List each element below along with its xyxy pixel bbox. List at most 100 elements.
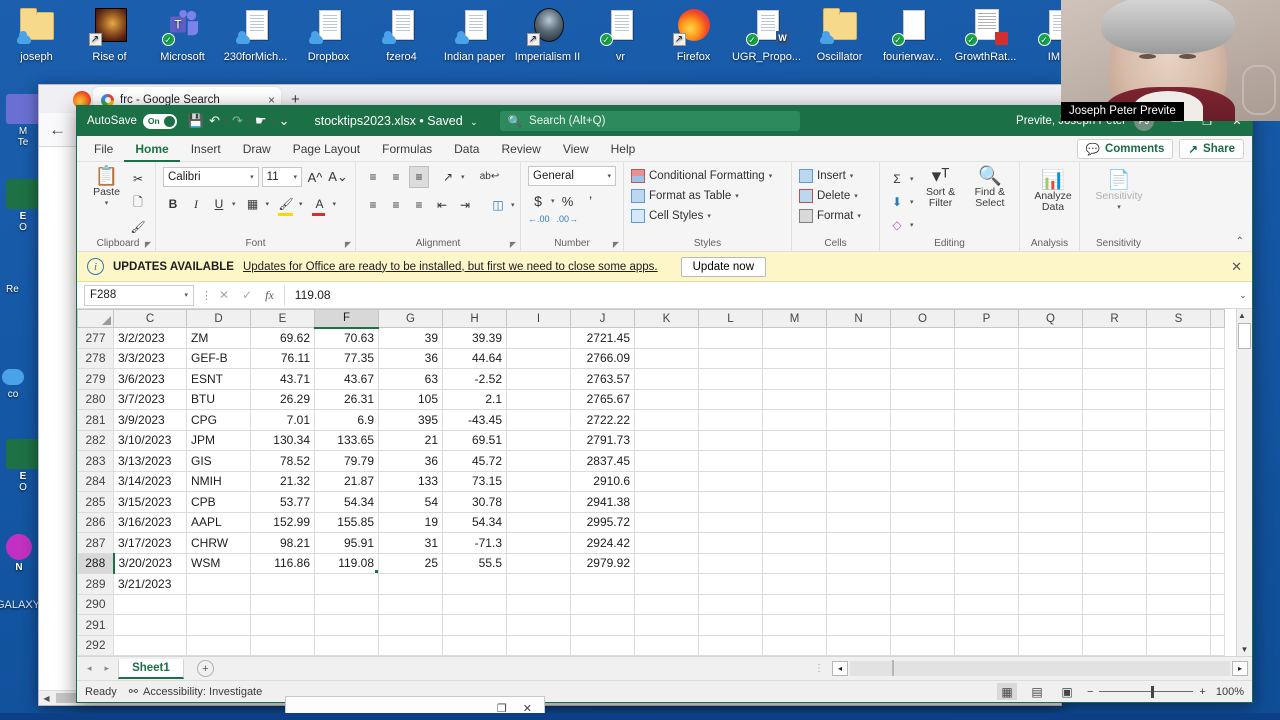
cell-F277[interactable]: 70.63 bbox=[314, 327, 379, 349]
tab-file[interactable]: File bbox=[83, 136, 124, 162]
cell-N284[interactable] bbox=[826, 470, 891, 492]
cell-C282[interactable]: 3/10/2023 bbox=[113, 429, 187, 451]
cell-O291[interactable] bbox=[890, 614, 955, 636]
cell-O289[interactable] bbox=[890, 573, 955, 595]
row-header-284[interactable]: 284 bbox=[77, 470, 114, 492]
cell-D286[interactable]: AAPL bbox=[186, 511, 251, 533]
fill-chevron-down-icon[interactable]: ▾ bbox=[910, 198, 914, 206]
cell-G290[interactable] bbox=[378, 593, 443, 615]
cell-P279[interactable] bbox=[954, 368, 1019, 390]
cell-L287[interactable] bbox=[698, 532, 763, 554]
cell-T285[interactable] bbox=[1210, 491, 1225, 513]
table-row[interactable]: 277 3/2/2023 ZM 69.62 70.63 39 39.39 2721.45 bbox=[77, 327, 1225, 349]
cell-P281[interactable] bbox=[954, 409, 1019, 431]
cell-R279[interactable] bbox=[1082, 368, 1147, 390]
column-header-K[interactable]: K bbox=[634, 309, 699, 328]
cell-G292[interactable] bbox=[378, 634, 443, 656]
cell-G291[interactable] bbox=[378, 614, 443, 636]
cell-L290[interactable] bbox=[698, 593, 763, 615]
cell-J278[interactable]: 2766.09 bbox=[570, 347, 635, 369]
cell-Q283[interactable] bbox=[1018, 450, 1083, 472]
cell-C281[interactable]: 3/9/2023 bbox=[113, 409, 187, 431]
wrap-text-icon[interactable]: ab↩ bbox=[480, 166, 500, 188]
column-header-O[interactable]: O bbox=[890, 309, 955, 328]
desktop-icon-partial-excel2[interactable]: E O bbox=[6, 439, 40, 493]
row-header-280[interactable]: 280 bbox=[77, 388, 114, 410]
cell-P287[interactable] bbox=[954, 532, 1019, 554]
cell-M285[interactable] bbox=[762, 491, 827, 513]
cell-E280[interactable]: 26.29 bbox=[250, 388, 315, 410]
cell-P288[interactable] bbox=[954, 552, 1019, 574]
table-row[interactable]: 291 bbox=[77, 614, 1225, 636]
cell-I292[interactable] bbox=[506, 634, 571, 656]
cell-D284[interactable]: NMIH bbox=[186, 470, 251, 492]
cell-T283[interactable] bbox=[1210, 450, 1225, 472]
cell-O286[interactable] bbox=[890, 511, 955, 533]
align-right-icon[interactable]: ≡ bbox=[409, 194, 429, 216]
cell-E281[interactable]: 7.01 bbox=[250, 409, 315, 431]
cell-K291[interactable] bbox=[634, 614, 699, 636]
desktop-icon-firefox[interactable]: ↗ Firefox bbox=[657, 2, 730, 64]
cell-T290[interactable] bbox=[1210, 593, 1225, 615]
desktop-icon-vr[interactable]: ✓ vr bbox=[584, 2, 657, 64]
cell-M278[interactable] bbox=[762, 347, 827, 369]
cell-K284[interactable] bbox=[634, 470, 699, 492]
cell-C290[interactable] bbox=[113, 593, 187, 615]
cell-R280[interactable] bbox=[1082, 388, 1147, 410]
cell-D288[interactable]: WSM bbox=[186, 552, 251, 574]
cell-N290[interactable] bbox=[826, 593, 891, 615]
cell-T280[interactable] bbox=[1210, 388, 1225, 410]
autosum-chevron-down-icon[interactable]: ▾ bbox=[910, 175, 914, 183]
cell-J288[interactable]: 2979.92 bbox=[570, 552, 635, 574]
cell-F280[interactable]: 26.31 bbox=[314, 388, 379, 410]
cell-G283[interactable]: 36 bbox=[378, 450, 443, 472]
cell-E288[interactable]: 116.86 bbox=[250, 552, 315, 574]
insert-function-icon[interactable]: fx bbox=[265, 288, 274, 303]
cell-P282[interactable] bbox=[954, 429, 1019, 451]
cell-T281[interactable] bbox=[1210, 409, 1225, 431]
merge-chevron-down-icon[interactable]: ▾ bbox=[511, 201, 515, 209]
row-header-278[interactable]: 278 bbox=[77, 347, 114, 369]
cell-J281[interactable]: 2722.22 bbox=[570, 409, 635, 431]
cell-L289[interactable] bbox=[698, 573, 763, 595]
tab-view[interactable]: View bbox=[552, 136, 600, 162]
cell-C286[interactable]: 3/16/2023 bbox=[113, 511, 187, 533]
cell-O282[interactable] bbox=[890, 429, 955, 451]
cell-J284[interactable]: 2910.6 bbox=[570, 470, 635, 492]
vertical-scrollbar-thumb[interactable] bbox=[1238, 323, 1251, 349]
table-row[interactable]: 286 3/16/2023 AAPL 152.99 155.85 19 54.34 2995.… bbox=[77, 511, 1225, 533]
row-header-289[interactable]: 289 bbox=[77, 573, 114, 595]
cell-J283[interactable]: 2837.45 bbox=[570, 450, 635, 472]
cell-T292[interactable] bbox=[1210, 634, 1225, 656]
font-color-chevron-down-icon[interactable]: ▾ bbox=[333, 200, 337, 208]
cell-S289[interactable] bbox=[1146, 573, 1211, 595]
table-row[interactable]: 285 3/15/2023 CPB 53.77 54.34 54 30.78 2941.38 bbox=[77, 491, 1225, 513]
column-header-E[interactable]: E bbox=[250, 309, 315, 328]
align-top-icon[interactable]: ≡ bbox=[363, 166, 383, 188]
cell-N282[interactable] bbox=[826, 429, 891, 451]
cell-T282[interactable] bbox=[1210, 429, 1225, 451]
cell-F285[interactable]: 54.34 bbox=[314, 491, 379, 513]
cell-C287[interactable]: 3/17/2023 bbox=[113, 532, 187, 554]
cell-O287[interactable] bbox=[890, 532, 955, 554]
cell-N281[interactable] bbox=[826, 409, 891, 431]
cell-H283[interactable]: 45.72 bbox=[442, 450, 507, 472]
row-header-279[interactable]: 279 bbox=[77, 368, 114, 390]
cell-I281[interactable] bbox=[506, 409, 571, 431]
cell-K280[interactable] bbox=[634, 388, 699, 410]
currency-format-icon[interactable]: $ bbox=[528, 190, 548, 212]
cell-T277[interactable] bbox=[1210, 327, 1225, 349]
cell-M284[interactable] bbox=[762, 470, 827, 492]
cut-icon[interactable]: ✂ bbox=[128, 168, 148, 190]
shrink-font-icon[interactable]: A⌄ bbox=[328, 166, 348, 188]
cell-I278[interactable] bbox=[506, 347, 571, 369]
cell-L285[interactable] bbox=[698, 491, 763, 513]
table-row[interactable]: 282 3/10/2023 JPM 130.34 133.65 21 69.51 2791.7… bbox=[77, 429, 1225, 451]
cell-O278[interactable] bbox=[890, 347, 955, 369]
desktop-icon-partial-n[interactable]: N bbox=[6, 534, 32, 573]
cell-C277[interactable]: 3/2/2023 bbox=[113, 327, 187, 349]
cell-D279[interactable]: ESNT bbox=[186, 368, 251, 390]
cell-M288[interactable] bbox=[762, 552, 827, 574]
tab-page-layout[interactable]: Page Layout bbox=[282, 136, 371, 162]
cell-H290[interactable] bbox=[442, 593, 507, 615]
